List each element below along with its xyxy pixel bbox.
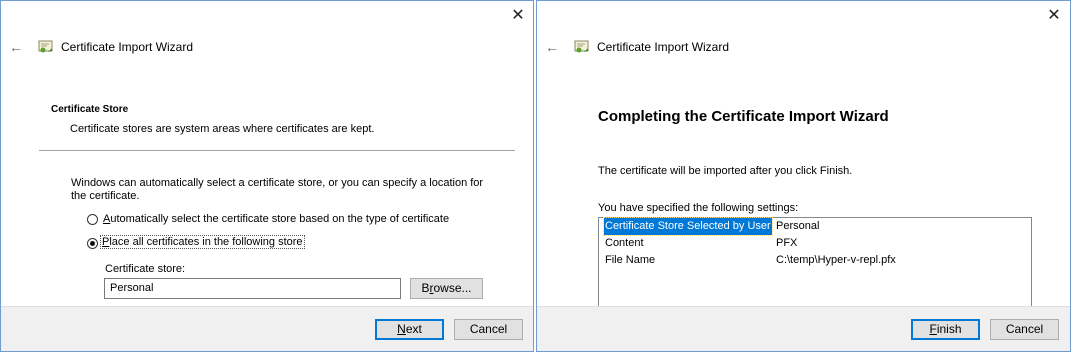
back-arrow-icon[interactable]: ←: [9, 39, 25, 55]
section-description: Certificate stores are system areas wher…: [70, 123, 375, 135]
settings-row[interactable]: Certificate Store Selected by User Person…: [599, 217, 1031, 236]
certificate-store-wizard-window: ✕ ← Certificate Import Wizard Certificat…: [0, 0, 534, 352]
settings-list[interactable]: Certificate Store Selected by User Person…: [598, 217, 1032, 307]
wizard-footer: Finish Cancel: [537, 306, 1070, 351]
radio-auto-label[interactable]: Automatically select the certificate sto…: [103, 213, 449, 225]
import-info-text: The certificate will be imported after y…: [598, 165, 853, 177]
setting-value: C:\temp\Hyper-v-repl.pfx: [776, 254, 896, 266]
setting-value: PFX: [776, 237, 798, 249]
window-title: Certificate Import Wizard: [597, 40, 730, 54]
intro-text-line2: the certificate.: [71, 190, 140, 202]
cancel-button[interactable]: Cancel: [454, 319, 523, 340]
next-button[interactable]: Next: [375, 319, 444, 340]
settings-row[interactable]: File Name C:\temp\Hyper-v-repl.pfx: [599, 252, 1031, 269]
completing-wizard-window: ✕ ← Certificate Import Wizard Completing…: [536, 0, 1071, 352]
certificate-icon: [574, 40, 589, 53]
setting-name: Certificate Store Selected by User: [603, 217, 773, 236]
setting-name: File Name: [605, 254, 656, 266]
finish-button[interactable]: Finish: [911, 319, 980, 340]
radio-place-label[interactable]: Place all certificates in the following …: [100, 235, 305, 249]
radio-place-button[interactable]: [87, 238, 98, 249]
radio-auto-button[interactable]: [87, 214, 98, 225]
certificate-store-field[interactable]: Personal: [104, 278, 401, 299]
settings-label: You have specified the following setting…: [598, 202, 799, 214]
completion-heading: Completing the Certificate Import Wizard: [598, 108, 889, 125]
window-title: Certificate Import Wizard: [61, 40, 194, 54]
settings-row[interactable]: Content PFX: [599, 235, 1031, 252]
intro-text-line1: Windows can automatically select a certi…: [71, 177, 484, 189]
close-icon[interactable]: ✕: [509, 7, 527, 25]
cancel-button[interactable]: Cancel: [990, 319, 1059, 340]
close-icon[interactable]: ✕: [1045, 7, 1063, 25]
divider: [39, 150, 515, 151]
wizard-header: ← Certificate Import Wizard: [545, 38, 729, 56]
certificate-icon: [38, 40, 53, 53]
wizard-footer: Next Cancel: [1, 306, 533, 351]
section-title: Certificate Store: [51, 104, 129, 115]
browse-button[interactable]: Browse...: [410, 278, 483, 299]
certificate-store-label: Certificate store:: [105, 263, 186, 275]
back-arrow-icon[interactable]: ←: [545, 39, 561, 55]
setting-name: Content: [605, 237, 644, 249]
wizard-header: ← Certificate Import Wizard: [9, 38, 193, 56]
setting-value: Personal: [776, 220, 820, 232]
